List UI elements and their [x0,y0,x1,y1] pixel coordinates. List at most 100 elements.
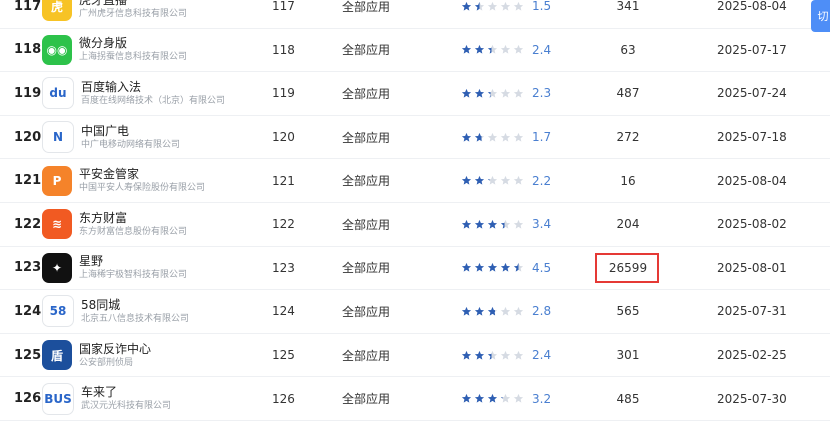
app-company: 北京五八信息技术有限公司 [81,313,190,324]
app-company: 百度在线网络技术（北京）有限公司 [81,95,226,106]
app-company: 上海稀宇极智科技有限公司 [79,270,188,281]
rating-star-icon [474,132,485,142]
rating-star-icon [474,394,485,403]
category-rank: 122 [272,217,295,232]
side-switch-tab[interactable]: 切 [811,0,830,32]
rating-star-icon [513,394,524,403]
rating-star-icon [500,88,511,98]
category-label: 全部应用 [342,0,391,14]
xingye-app-icon[interactable]: ✦ [42,252,72,283]
rank-number: 124 [14,303,42,319]
rating-star-icon [461,306,472,316]
update-date: 2025-07-18 [717,130,787,145]
rating-stars [461,350,526,361]
rating-star-icon [500,394,511,403]
app-name[interactable]: 中国广电 [81,123,180,139]
rating-score: 4.5 [532,260,552,275]
app-info[interactable]: ◉◉ 微分身版 上海拐蚕信息科技有限公司 [42,29,187,72]
rank-number: 123 [14,260,42,276]
baidu-input-app-icon[interactable]: du [42,77,74,110]
table-row[interactable]: 119 du 百度输入法 百度在线网络技术（北京）有限公司 119 全部应用 2… [0,72,830,116]
update-date: 2025-02-25 [717,348,787,363]
table-row[interactable]: 124 58 58同城 北京五八信息技术有限公司 124 全部应用 2.8 56… [0,290,830,334]
app-info[interactable]: P 平安金管家 中国平安人寿保险股份有限公司 [42,159,205,202]
app-name[interactable]: 车来了 [81,384,171,400]
table-row[interactable]: 122 ≋ 东方财富 东方财富信息股份有限公司 122 全部应用 3.4 204… [0,203,830,247]
rating-star-icon [513,176,524,185]
app-company: 广州虎牙信息科技有限公司 [79,8,188,19]
update-date: 2025-08-02 [717,217,787,232]
rating-score: 2.4 [532,42,552,57]
huya-app-icon[interactable]: 虎 [42,0,72,22]
category-label: 全部应用 [342,130,391,145]
app-name[interactable]: 东方财富 [79,210,187,226]
app-info[interactable]: du 百度输入法 百度在线网络技术（北京）有限公司 [42,72,225,115]
rank-number: 117 [14,0,42,14]
rating-stars [461,132,526,143]
rating-star-icon [487,176,498,185]
app-info[interactable]: 58 58同城 北京五八信息技术有限公司 [42,290,189,333]
rating-star-icon [487,219,498,229]
app-company: 公安部刑侦局 [79,357,134,368]
table-row[interactable]: 120 N 中国广电 中广电移动网络有限公司 120 全部应用 1.7 272 … [0,116,830,160]
app-name[interactable]: 平安金管家 [79,166,205,182]
table-row[interactable]: 117 虎 虎牙直播 广州虎牙信息科技有限公司 117 全部应用 1.5 341… [0,0,830,29]
pingan-app-icon[interactable]: P [42,165,72,196]
table-row[interactable]: 121 P 平安金管家 中国平安人寿保险股份有限公司 121 全部应用 2.2 … [0,159,830,203]
rank-number: 126 [14,391,42,407]
app-info[interactable]: N 中国广电 中广电移动网络有限公司 [42,116,180,159]
rating-star-icon [461,219,472,229]
app-info[interactable]: ≋ 东方财富 东方财富信息股份有限公司 [42,203,187,246]
rating-score: 2.4 [532,348,552,363]
app-company: 武汉元光科技有限公司 [81,401,172,412]
table-row[interactable]: 123 ✦ 星野 上海稀宇极智科技有限公司 123 全部应用 4.5 26599… [0,247,830,291]
rating: 2.4 [461,334,551,377]
app-info[interactable]: ✦ 星野 上海稀宇极智科技有限公司 [42,247,187,290]
category-rank: 123 [272,260,295,275]
app-name[interactable]: 国家反诈中心 [79,341,151,357]
rank-number: 119 [14,85,42,101]
table-row[interactable]: 125 盾 国家反诈中心 公安部刑侦局 125 全部应用 2.4 301 202… [0,334,830,378]
eastmoney-app-icon[interactable]: ≋ [42,209,72,240]
rating-star-icon [513,263,524,272]
rating: 2.4 [461,29,551,72]
rating-star-icon [500,176,511,185]
wechat-clone-app-icon[interactable]: ◉◉ [42,34,72,65]
china-broadnet-app-icon[interactable]: N [42,121,74,154]
app-name[interactable]: 百度输入法 [81,79,225,95]
app-name[interactable]: 58同城 [81,297,189,313]
rating: 2.8 [461,290,551,333]
app-company: 上海拐蚕信息科技有限公司 [79,52,188,63]
rank-number: 118 [14,42,42,58]
update-date: 2025-08-04 [717,0,787,14]
update-date: 2025-08-04 [717,173,787,188]
rating-star-icon [474,219,485,229]
rating-count: 485 [616,391,640,406]
category-label: 全部应用 [342,217,391,232]
rating-star-icon [513,1,524,11]
app-company: 中广电移动网络有限公司 [81,139,181,150]
anti-fraud-app-icon[interactable]: 盾 [42,340,72,371]
app-name[interactable]: 虎牙直播 [79,0,187,8]
rating-score: 3.4 [532,217,552,232]
rating-star-icon [487,45,498,54]
app-name[interactable]: 星野 [79,253,187,269]
table-row[interactable]: 126 BUS 车来了 武汉元光科技有限公司 126 全部应用 3.2 485 … [0,377,830,421]
rating-star-icon [500,132,511,142]
chelaile-app-icon[interactable]: BUS [42,382,74,415]
category-rank: 120 [272,130,295,145]
app-info[interactable]: 虎 虎牙直播 广州虎牙信息科技有限公司 [42,0,187,28]
rank-number: 125 [14,347,42,363]
58-app-icon[interactable]: 58 [42,295,74,328]
update-date: 2025-08-01 [717,260,787,275]
app-name[interactable]: 微分身版 [79,35,187,51]
rating-star-icon [461,394,472,403]
rating-star-icon [461,45,472,54]
app-info[interactable]: 盾 国家反诈中心 公安部刑侦局 [42,334,151,377]
rating-star-icon [487,1,498,11]
app-info[interactable]: BUS 车来了 武汉元光科技有限公司 [42,377,171,420]
rating: 3.4 [461,203,551,246]
table-row[interactable]: 118 ◉◉ 微分身版 上海拐蚕信息科技有限公司 118 全部应用 2.4 63… [0,29,830,73]
category-label: 全部应用 [342,43,391,58]
rating-star-icon [461,350,472,360]
